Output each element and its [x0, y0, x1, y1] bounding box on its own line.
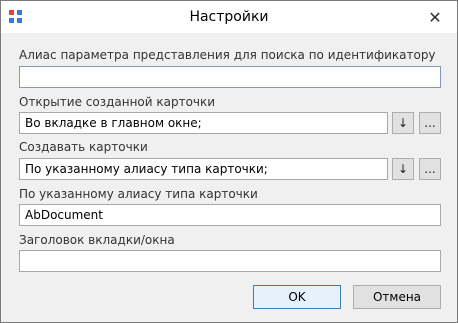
- open-card-input[interactable]: Во вкладке в главном окне;: [19, 112, 388, 134]
- cancel-button[interactable]: Отмена: [353, 285, 441, 309]
- card-type-alias-input[interactable]: AbDocument: [19, 204, 441, 226]
- create-cards-label: Создавать карточки: [19, 140, 148, 154]
- open-card-browse-button[interactable]: ...: [419, 112, 441, 134]
- open-card-label: Открытие созданной карточки: [19, 95, 216, 109]
- settings-dialog: Настройки ✕ Алиас параметра представлени…: [0, 0, 458, 323]
- card-type-alias-label: По указанному алиасу типа карточки: [19, 187, 258, 201]
- open-card-arrow-down-button[interactable]: ↓: [392, 112, 414, 134]
- create-cards-input[interactable]: По указанному алиасу типа карточки;: [19, 158, 388, 180]
- ok-button[interactable]: OK: [253, 285, 341, 309]
- create-cards-arrow-down-button[interactable]: ↓: [392, 158, 414, 180]
- tab-title-input[interactable]: [19, 250, 441, 272]
- tab-title-label: Заголовок вкладки/окна: [19, 233, 175, 247]
- window-title: Настройки: [189, 9, 269, 25]
- create-cards-browse-button[interactable]: ...: [419, 158, 441, 180]
- alias-param-input[interactable]: [19, 66, 441, 88]
- close-icon[interactable]: ✕: [421, 5, 449, 29]
- title-bar: Настройки ✕: [1, 1, 457, 33]
